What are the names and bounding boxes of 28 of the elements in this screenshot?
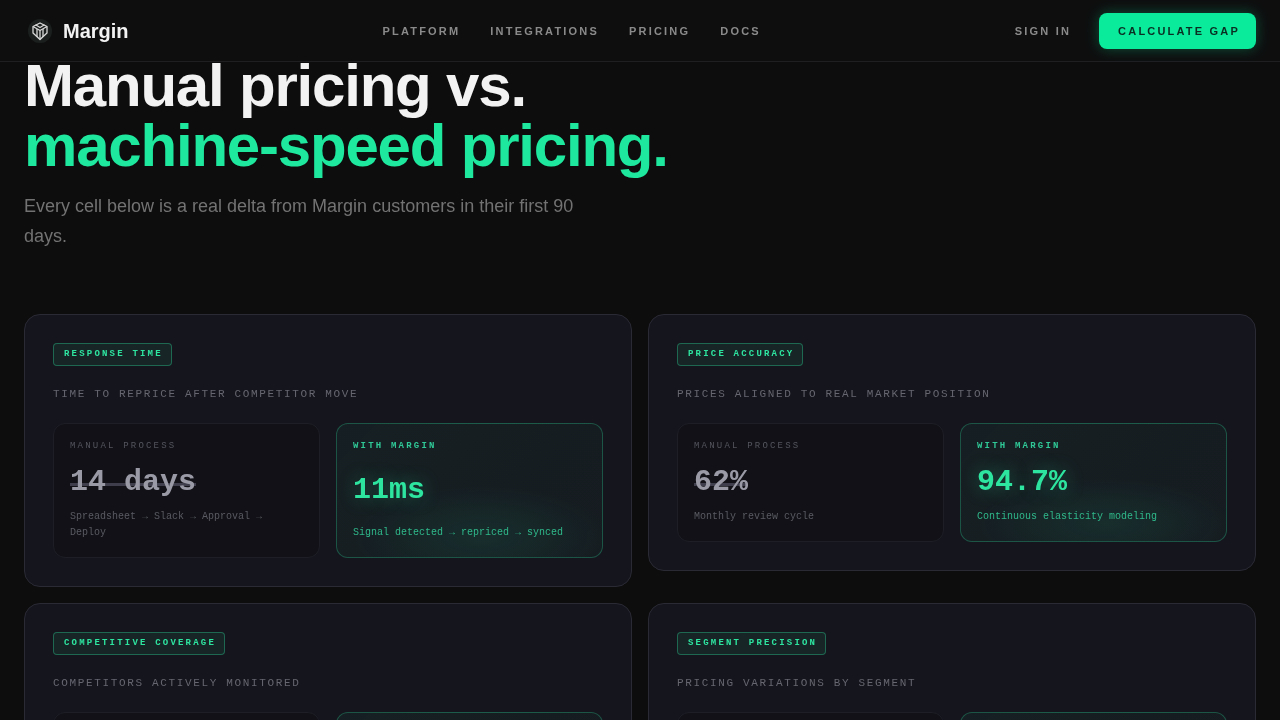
hero-subtitle: Every cell below is a real delta from Margin customers in their first 90 days. (24, 195, 575, 248)
metric-caption: PRICING VARIATIONS BY SEGMENT (677, 676, 917, 691)
process-description: Continuous elasticity modeling (977, 510, 1159, 524)
panel-label: MANUAL PROCESS (694, 440, 801, 452)
nav-link[interactable]: INTEGRATIONS (490, 23, 600, 38)
process-description: Spreadsheet → Slack → Approval → Deploy (70, 510, 264, 540)
metric-tag: PRICE ACCURACY (677, 343, 804, 366)
metric-value: 94.7% (977, 464, 1067, 500)
calculate-gap-button[interactable]: CALCULATE GAP (1099, 12, 1256, 49)
headline-line: Manual pricing vs. (24, 56, 526, 116)
nav-link[interactable]: PRICING (629, 23, 691, 38)
panel-label: MANUAL PROCESS (70, 440, 177, 452)
metric-caption: TIME TO REPRICE AFTER COMPETITOR MOVE (53, 387, 359, 402)
panel-label: WITH MARGIN (977, 440, 1061, 452)
nav-link[interactable]: PLATFORM (382, 23, 461, 38)
brand-name[interactable]: Margin (63, 18, 129, 43)
metric-caption: COMPETITORS ACTIVELY MONITORED (53, 676, 301, 691)
process-description: Signal detected → repriced → synced (353, 526, 565, 540)
nav-link[interactable]: DOCS (720, 23, 761, 38)
metric-tag: COMPETITIVE COVERAGE (53, 632, 226, 655)
logo-icon (28, 18, 52, 43)
metric-value: 11ms (353, 472, 425, 508)
metric-tag: SEGMENT PRECISION (677, 632, 827, 655)
panel-label: WITH MARGIN (353, 440, 437, 452)
metric-tag: RESPONSE TIME (53, 343, 172, 366)
sign-in-link[interactable]: SIGN IN (1014, 23, 1072, 38)
process-description: Monthly review cycle (694, 510, 816, 524)
metric-caption: PRICES ALIGNED TO REAL MARKET POSITION (677, 387, 991, 402)
